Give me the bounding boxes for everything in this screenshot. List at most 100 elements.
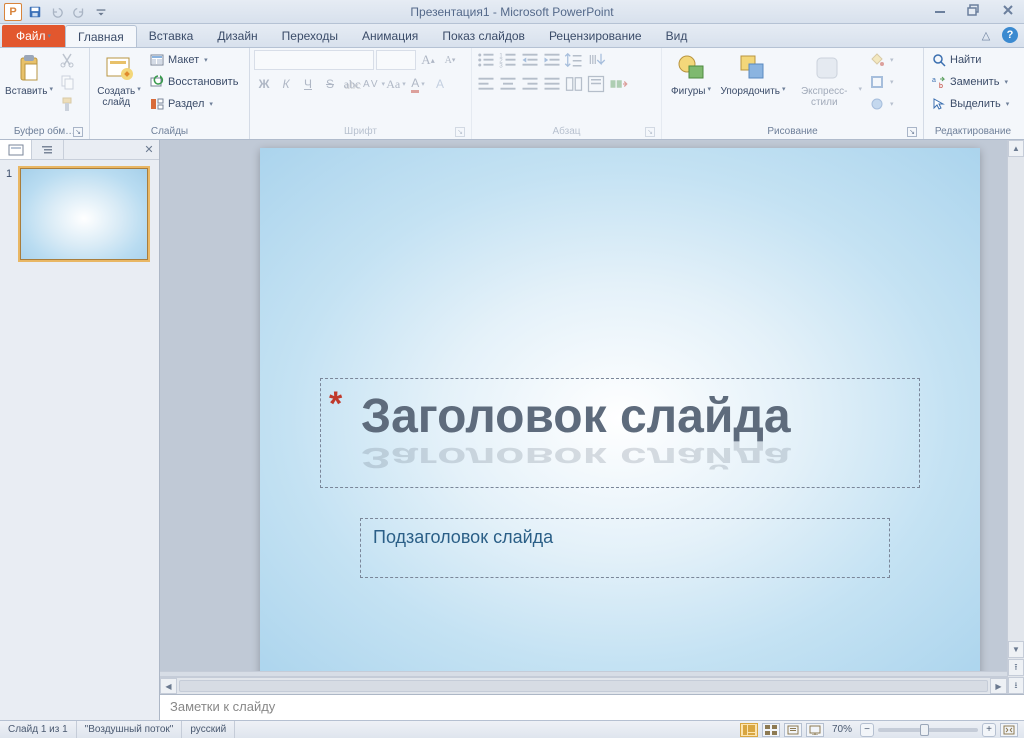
view-reading-button[interactable] [784,723,802,737]
scroll-down-button[interactable]: ▼ [1008,641,1024,658]
minimize-ribbon-icon[interactable]: △ [978,27,994,43]
tab-animations[interactable]: Анимация [350,25,430,47]
align-right-button[interactable] [520,74,540,94]
decrease-indent-button[interactable] [520,50,540,70]
vertical-scrollbar[interactable]: ▲ ▼ ⭱ ⭳ [1007,140,1024,694]
qat-customize-icon[interactable] [92,3,110,21]
find-icon [931,52,947,68]
title-placeholder[interactable]: *Заголовок слайда Заголовок слайда [320,378,920,488]
app-icon[interactable]: P [4,3,22,21]
font-size-input[interactable] [376,50,416,70]
subtitle-placeholder[interactable]: Подзаголовок слайда [360,518,890,578]
line-spacing-button[interactable] [564,50,584,70]
slide-thumbnail-1[interactable] [20,168,148,260]
close-button[interactable] [996,2,1020,18]
shapes-button[interactable]: Фигуры▾ [666,50,716,110]
zoom-slider-handle[interactable] [920,724,929,736]
grow-font-button[interactable]: A▴ [418,50,438,70]
hscroll-thumb[interactable] [179,680,988,692]
format-painter-button[interactable] [56,94,78,114]
tab-insert[interactable]: Вставка [137,25,206,47]
save-icon[interactable] [26,3,44,21]
bullets-button[interactable] [476,50,496,70]
justify-button[interactable] [542,74,562,94]
text-direction-button[interactable]: Ⅲ [586,50,606,70]
dialog-launcher-icon[interactable]: ↘ [907,127,917,137]
tab-file[interactable]: Файл▾ [2,25,65,47]
shrink-font-button[interactable]: A▾ [440,50,460,70]
clear-format-button[interactable]: A [430,74,450,94]
notes-pane[interactable]: Заметки к слайду [160,694,1024,720]
scroll-up-button[interactable]: ▲ [1008,140,1024,157]
title-reflection: Заголовок слайда [321,441,919,474]
align-text-button[interactable] [586,74,606,94]
align-center-button[interactable] [498,74,518,94]
prev-slide-button[interactable]: ⭱ [1008,659,1024,676]
status-language[interactable]: русский [182,721,235,738]
zoom-level[interactable]: 70% [832,724,852,735]
panel-close-button[interactable]: ✕ [139,140,159,159]
reset-button[interactable]: Восстановить [146,72,241,92]
tab-design[interactable]: Дизайн [205,25,269,47]
strike-button[interactable]: S [320,74,340,94]
smartart-button[interactable] [608,74,628,94]
arrange-button[interactable]: Упорядочить▾ [718,50,788,110]
next-slide-button[interactable]: ⭳ [1008,677,1024,694]
shape-outline-button[interactable]: ▾ [866,72,897,92]
shape-fill-button[interactable]: ▾ [866,50,897,70]
scroll-right-button[interactable]: ▶ [990,678,1007,694]
minimize-button[interactable] [928,2,952,18]
dialog-launcher-icon[interactable]: ↘ [455,127,465,137]
section-button[interactable]: Раздел▾ [146,94,241,114]
status-slide-position[interactable]: Слайд 1 из 1 [0,721,77,738]
numbering-button[interactable]: 123 [498,50,518,70]
redo-icon[interactable] [70,3,88,21]
horizontal-scrollbar[interactable]: ◀ ▶ [160,677,1007,694]
zoom-out-button[interactable]: − [860,723,874,737]
panel-tab-outline[interactable] [32,140,64,159]
slide-editor[interactable]: *Заголовок слайда Заголовок слайда Подза… [160,140,1024,720]
view-sorter-button[interactable] [762,723,780,737]
fit-to-window-button[interactable] [1000,723,1018,737]
tab-transitions[interactable]: Переходы [270,25,350,47]
status-theme[interactable]: "Воздушный поток" [77,721,183,738]
restore-button[interactable] [962,2,986,18]
panel-tab-slides[interactable] [0,140,32,159]
zoom-slider[interactable] [878,728,978,732]
quick-styles-button[interactable]: Экспресс-стили▾ [790,50,864,110]
italic-button[interactable]: К [276,74,296,94]
cut-button[interactable] [56,50,78,70]
bold-button[interactable]: Ж [254,74,274,94]
tab-home[interactable]: Главная [65,25,137,47]
zoom-in-button[interactable]: + [982,723,996,737]
font-name-input[interactable] [254,50,374,70]
columns-button[interactable] [564,74,584,94]
scroll-left-button[interactable]: ◀ [160,678,177,694]
dialog-launcher-icon[interactable]: ↘ [73,127,83,137]
select-button[interactable]: Выделить▾ [928,94,1012,114]
thumbnail-number: 1 [6,168,16,260]
layout-button[interactable]: Макет▾ [146,50,241,70]
tab-view[interactable]: Вид [654,25,700,47]
undo-icon[interactable] [48,3,66,21]
font-color-button[interactable]: A▾ [408,74,428,94]
paste-button[interactable]: Вставить▾ [4,50,54,110]
align-left-button[interactable] [476,74,496,94]
copy-button[interactable] [56,72,78,92]
tab-review[interactable]: Рецензирование [537,25,654,47]
help-icon[interactable]: ? [1002,27,1018,43]
char-spacing-button[interactable]: AV▾ [364,74,384,94]
shape-effects-button[interactable]: ▾ [866,94,897,114]
dialog-launcher-icon[interactable]: ↘ [645,127,655,137]
underline-button[interactable]: Ч [298,74,318,94]
shadow-button[interactable]: abc [342,74,362,94]
tab-slideshow[interactable]: Показ слайдов [430,25,537,47]
increase-indent-button[interactable] [542,50,562,70]
change-case-button[interactable]: Aa▾ [386,74,406,94]
slide-canvas[interactable]: *Заголовок слайда Заголовок слайда Подза… [260,148,980,688]
replace-button[interactable]: abЗаменить▾ [928,72,1012,92]
view-slideshow-button[interactable] [806,723,824,737]
new-slide-button[interactable]: Создать слайд▾ [94,50,144,110]
view-normal-button[interactable] [740,723,758,737]
find-button[interactable]: Найти [928,50,1012,70]
